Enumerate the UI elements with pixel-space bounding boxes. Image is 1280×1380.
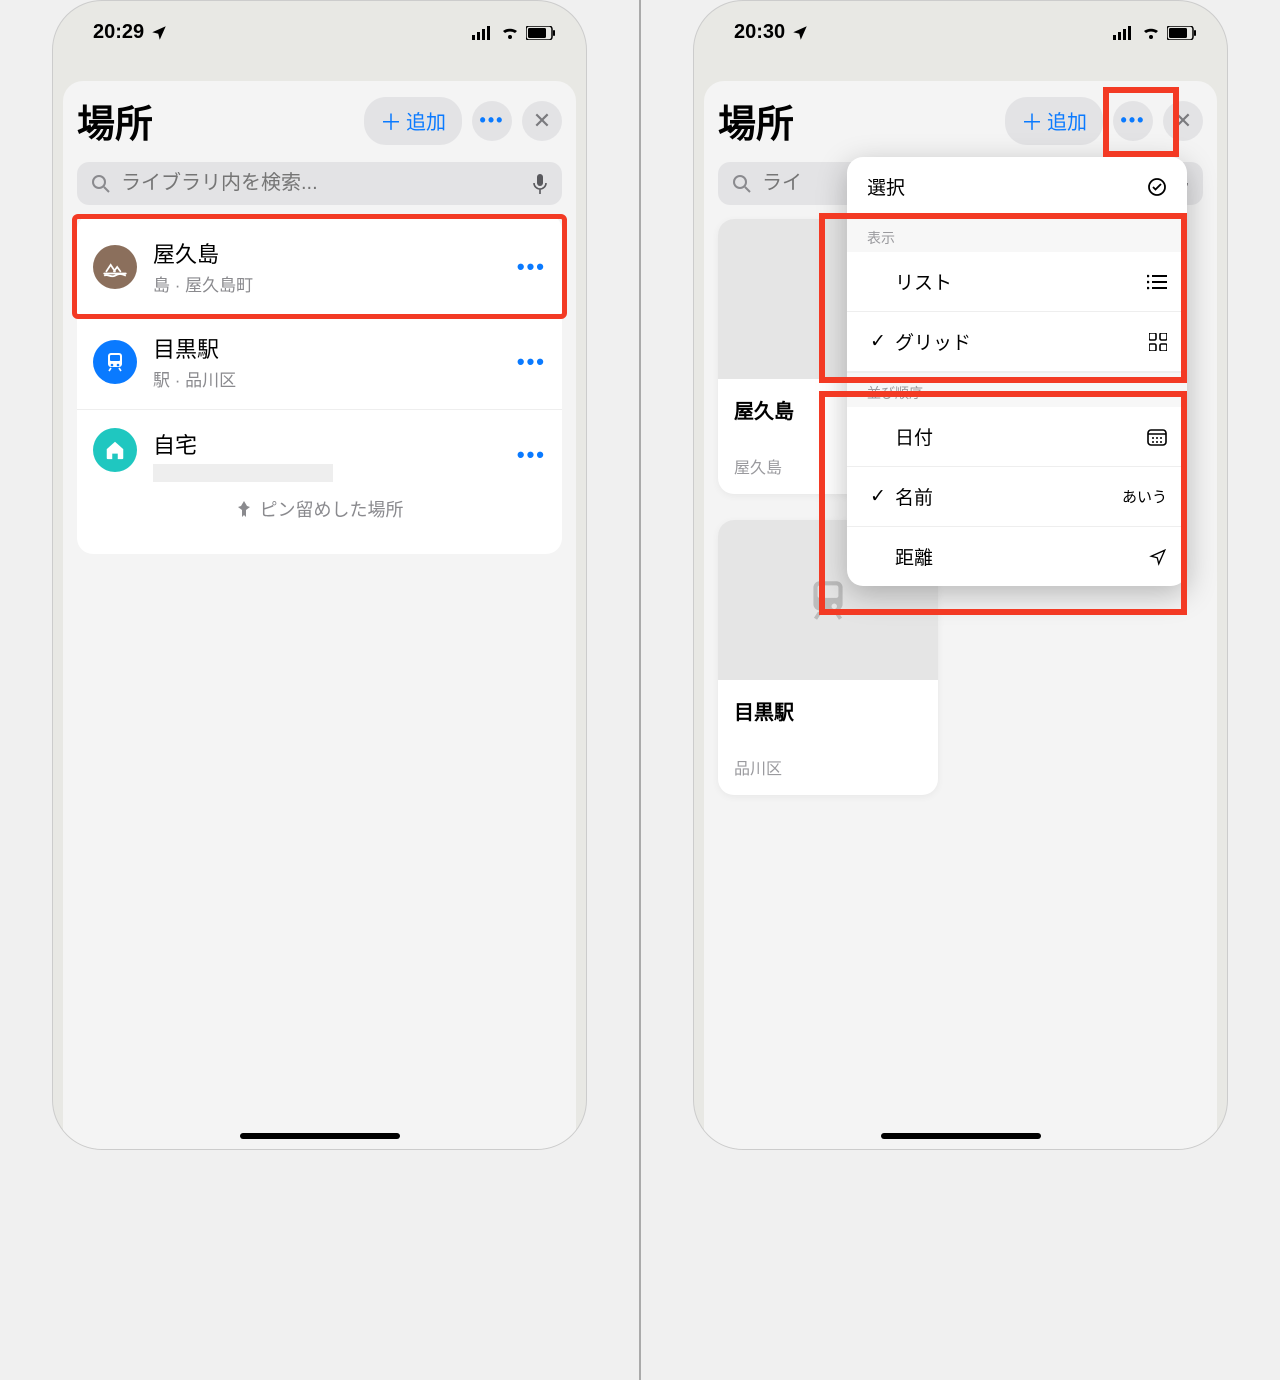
page-title: 場所: [77, 93, 153, 148]
list-item[interactable]: 自宅 ••• ピン留めした場所: [77, 410, 562, 554]
plus-icon: ＋: [1021, 105, 1043, 137]
item-title: 目黒駅: [153, 332, 517, 364]
status-bar: 20:30: [694, 1, 1227, 44]
menu-item-select[interactable]: 選択: [847, 157, 1187, 217]
search-field[interactable]: [77, 162, 562, 205]
pinned-label: ピン留めした場所: [260, 496, 404, 522]
ellipsis-icon: •••: [517, 442, 546, 467]
add-button[interactable]: ＋ 追加: [364, 97, 462, 145]
pin-icon: [236, 500, 252, 518]
phone-left: 20:29 場所 ＋ 追加 •••: [52, 0, 587, 1150]
signal-icon: [472, 26, 494, 40]
plus-icon: ＋: [380, 105, 402, 137]
search-icon: [732, 174, 752, 194]
wifi-icon: [500, 25, 520, 41]
battery-icon: [526, 26, 556, 40]
home-indicator[interactable]: [240, 1133, 400, 1139]
list-item[interactable]: 目黒駅 駅 · 品川区 •••: [77, 314, 562, 410]
add-label: 追加: [406, 106, 446, 135]
status-bar: 20:29: [53, 1, 586, 44]
close-button[interactable]: ✕: [522, 101, 562, 141]
item-title: 自宅: [153, 428, 517, 460]
add-label: 追加: [1047, 106, 1087, 135]
page-title: 場所: [718, 93, 794, 148]
item-more-button[interactable]: •••: [517, 442, 546, 468]
places-list: 屋久島 島 · 屋久島町 ••• 目黒駅 駅 · 品川区 •••: [77, 214, 562, 554]
home-indicator[interactable]: [881, 1133, 1041, 1139]
status-icons: [472, 25, 556, 41]
add-button[interactable]: ＋ 追加: [1005, 97, 1103, 145]
signal-icon: [1113, 26, 1135, 40]
ellipsis-icon: •••: [480, 110, 505, 131]
clock: 20:30: [734, 21, 785, 44]
search-icon: [91, 174, 111, 194]
microphone-icon[interactable]: [532, 173, 548, 195]
item-more-button[interactable]: •••: [517, 349, 546, 375]
more-button[interactable]: •••: [472, 101, 512, 141]
ellipsis-icon: •••: [517, 254, 546, 279]
highlight-view-section: [819, 213, 1187, 383]
card-title: 目黒駅: [734, 696, 922, 725]
list-item[interactable]: 屋久島 島 · 屋久島町 •••: [77, 219, 562, 314]
item-sub: [153, 462, 517, 482]
card-sub: 品川区: [734, 755, 922, 779]
location-icon: [791, 24, 809, 42]
location-icon: [150, 24, 168, 42]
battery-icon: [1167, 26, 1197, 40]
pinned-row[interactable]: ピン留めした場所: [93, 482, 546, 536]
wifi-icon: [1141, 25, 1161, 41]
item-more-button[interactable]: •••: [517, 254, 546, 280]
check-circle-icon: [1147, 177, 1167, 197]
train-icon: [93, 340, 137, 384]
item-title: 屋久島: [153, 237, 517, 269]
clock: 20:29: [93, 21, 144, 44]
places-sheet: 場所 ＋ 追加 ••• ✕: [63, 81, 576, 1149]
item-sub: 駅 · 品川区: [153, 366, 517, 391]
item-sub: 島 · 屋久島町: [153, 271, 517, 296]
highlight-sort-section: [819, 391, 1187, 615]
status-icons: [1113, 25, 1197, 41]
close-icon: ✕: [533, 108, 551, 134]
search-input[interactable]: [121, 172, 522, 195]
redacted-text: [153, 464, 333, 482]
ellipsis-icon: •••: [517, 349, 546, 374]
island-icon: [93, 245, 137, 289]
home-icon: [93, 428, 137, 472]
phone-right: 20:30 場所 ＋ 追加 •••: [693, 0, 1228, 1150]
highlight-more-button: [1103, 87, 1179, 157]
